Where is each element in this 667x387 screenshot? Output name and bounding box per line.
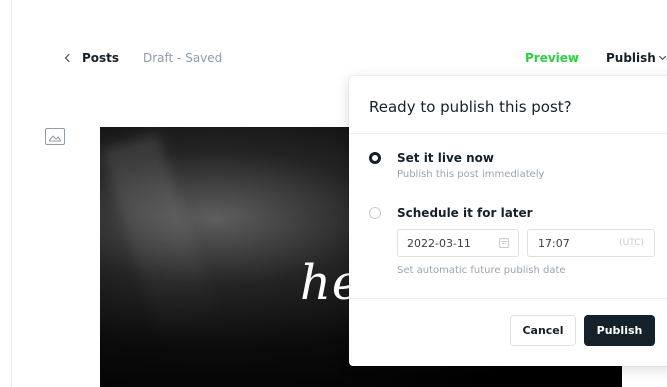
schedule-date-input[interactable]: 2022-03-11 xyxy=(397,229,519,257)
light-streak xyxy=(100,132,220,342)
schedule-date-value: 2022-03-11 xyxy=(407,237,471,250)
radio-unchecked-icon[interactable] xyxy=(369,207,381,219)
preview-button[interactable]: Preview xyxy=(525,51,579,65)
schedule-title: Schedule it for later xyxy=(397,206,533,220)
schedule-time-value: 17:07 xyxy=(538,237,570,250)
publish-now-description: Publish this post immediately xyxy=(397,169,545,180)
popover-title: Ready to publish this post? xyxy=(349,76,667,134)
cancel-button[interactable]: Cancel xyxy=(510,315,576,346)
image-icon-glyph xyxy=(48,135,62,142)
timezone-label: (UTC) xyxy=(619,238,644,248)
publish-popover: Ready to publish this post? Set it live … xyxy=(349,76,667,366)
calendar-icon[interactable] xyxy=(499,238,509,248)
chevron-left-icon xyxy=(64,53,74,63)
image-icon[interactable] xyxy=(45,128,65,145)
back-to-posts-link[interactable]: Posts xyxy=(64,51,120,65)
popover-divider xyxy=(349,298,667,299)
radio-checked-icon[interactable] xyxy=(369,152,381,164)
chevron-down-icon xyxy=(658,52,666,61)
editor-header: Posts Draft - Saved Preview Publish xyxy=(0,47,667,71)
draft-status: Draft - Saved xyxy=(143,51,223,65)
publish-trigger-label: Publish xyxy=(606,51,656,65)
publish-button[interactable]: Publish xyxy=(584,315,655,346)
publish-menu-trigger[interactable]: Publish xyxy=(606,51,666,65)
back-link-label: Posts xyxy=(82,51,120,65)
schedule-hint: Set automatic future publish date xyxy=(397,265,566,276)
publish-now-title: Set it live now xyxy=(397,151,494,165)
schedule-time-input[interactable]: 17:07 (UTC) xyxy=(527,229,655,257)
